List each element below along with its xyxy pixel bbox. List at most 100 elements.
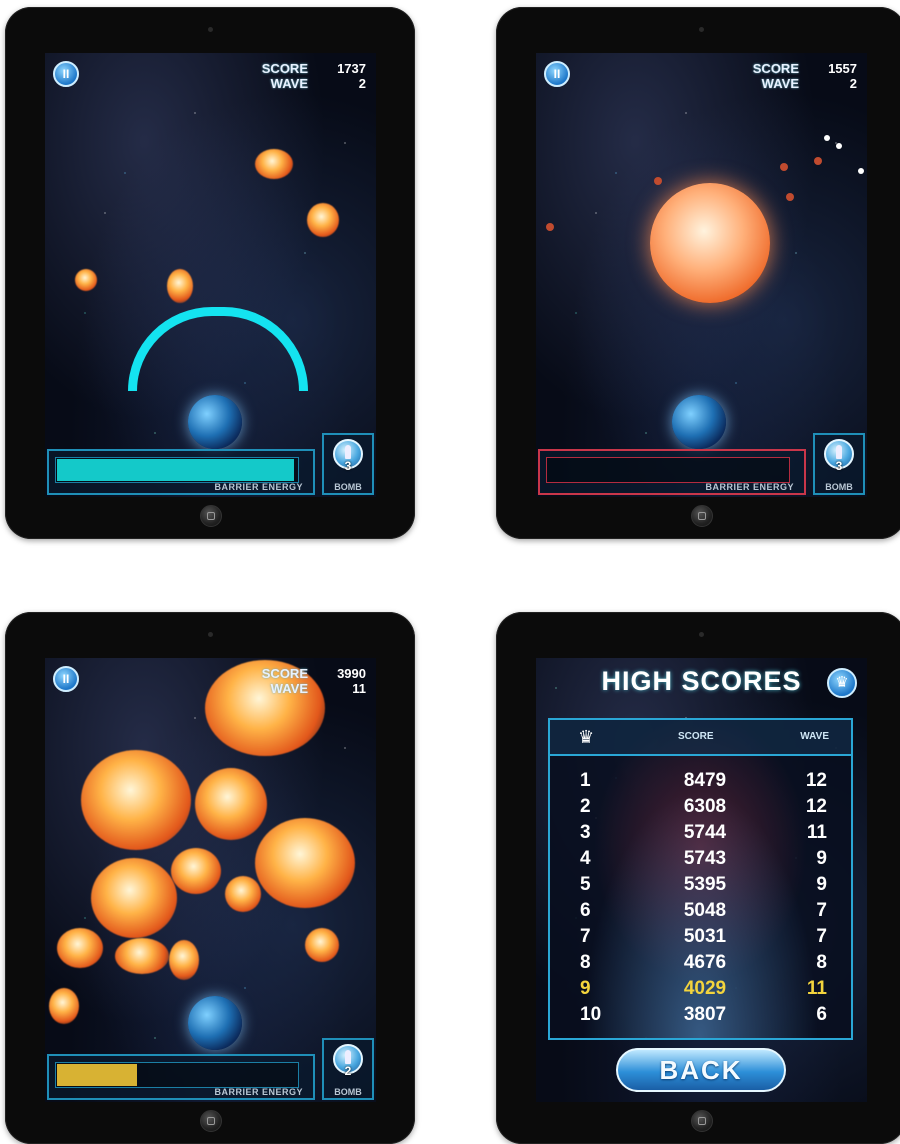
- table-row: 1 8479 12: [550, 768, 851, 794]
- debris: [786, 193, 794, 201]
- cell-score: 4029: [683, 978, 727, 999]
- game-screen-3[interactable]: II SCORE 3990 WAVE 11 BARRIER ENERGY 2 BOM…: [45, 658, 376, 1102]
- pause-button[interactable]: II: [53, 61, 79, 87]
- cell-score: 5743: [683, 848, 727, 869]
- wave-label: WAVE: [270, 681, 308, 696]
- cell-wave: 9: [816, 874, 827, 895]
- home-button-icon[interactable]: [200, 505, 222, 527]
- table-row: 9 4029 11: [550, 976, 851, 1002]
- cell-score: 5395: [683, 874, 727, 895]
- wave-value: 11: [352, 681, 366, 696]
- back-button[interactable]: BACK: [616, 1048, 786, 1092]
- barrier-shield: [128, 307, 308, 391]
- crown-button[interactable]: ♛: [827, 668, 857, 698]
- table-row: 6 5048 7: [550, 898, 851, 924]
- cell-wave: 11: [806, 822, 827, 843]
- home-button-icon[interactable]: [200, 1110, 222, 1132]
- cell-rank: 10: [580, 1004, 602, 1025]
- cell-score: 4676: [683, 952, 727, 973]
- barrier-energy-panel: BARRIER ENERGY: [47, 449, 315, 495]
- game-screen-1[interactable]: II SCORE 1737 WAVE 2 BARRIER ENERGY 3 BOMB: [45, 53, 376, 497]
- table-row: 4 5743 9: [550, 846, 851, 872]
- bomb-button[interactable]: 3 BOMB: [813, 433, 865, 495]
- score-label: SCORE: [752, 61, 799, 76]
- camera-dot: [208, 632, 213, 637]
- column-header-wave: WAVE: [800, 731, 829, 742]
- camera-dot: [699, 27, 704, 32]
- bomb-button[interactable]: 2 BOMB: [322, 1038, 374, 1100]
- explosion: [169, 940, 199, 980]
- meteor: [75, 269, 97, 291]
- tablet-screen-3: II SCORE 3990 WAVE 11 BARRIER ENERGY 2 BOM…: [5, 612, 415, 1144]
- barrier-energy-label: BARRIER ENERGY: [705, 482, 794, 492]
- cell-score: 6308: [683, 796, 727, 817]
- explosion: [57, 928, 103, 968]
- score-value: 1737: [337, 61, 366, 76]
- bomb-count: 2: [344, 1064, 352, 1078]
- hud-score-wave: SCORE 1557 WAVE 2: [739, 61, 857, 91]
- wave-label: WAVE: [761, 76, 799, 91]
- bomb-label: BOMB: [334, 1087, 362, 1097]
- table-row: 8 4676 8: [550, 950, 851, 976]
- cell-wave: 8: [816, 952, 827, 973]
- cell-wave: 12: [805, 770, 827, 791]
- barrier-energy-fill: [57, 459, 295, 481]
- debris-spark: [836, 143, 842, 149]
- wave-label: WAVE: [270, 76, 308, 91]
- explosion: [305, 928, 339, 962]
- table-row: 2 6308 12: [550, 794, 851, 820]
- table-row: 3 5744 11: [550, 820, 851, 846]
- explosion: [115, 938, 169, 974]
- table-row: 7 5031 7: [550, 924, 851, 950]
- meteor: [167, 269, 193, 303]
- hud-score-wave: SCORE 1737 WAVE 2: [248, 61, 366, 91]
- cell-rank: 4: [580, 848, 591, 869]
- crown-icon: ♛: [835, 674, 849, 691]
- score-label: SCORE: [261, 666, 308, 681]
- home-planet: [672, 395, 726, 449]
- table-row: 10 3807 6: [550, 1002, 851, 1028]
- wave-value: 2: [849, 76, 857, 91]
- pause-button[interactable]: II: [53, 666, 79, 692]
- home-button-icon[interactable]: [691, 1110, 713, 1132]
- column-header-score: SCORE: [678, 731, 714, 742]
- explosion: [91, 858, 177, 938]
- bomb-button[interactable]: 3 BOMB: [322, 433, 374, 495]
- high-scores-title: HIGH SCORES: [601, 666, 802, 696]
- cell-wave: 7: [816, 900, 827, 921]
- cell-score: 5048: [683, 900, 727, 921]
- giant-meteor: [650, 183, 770, 303]
- cell-rank: 9: [580, 978, 591, 999]
- explosion: [195, 768, 267, 840]
- game-screen-2[interactable]: II SCORE 1557 WAVE 2 BARRIER ENERGY 3 BOMB: [536, 53, 867, 497]
- pause-button[interactable]: II: [544, 61, 570, 87]
- cell-rank: 1: [580, 770, 591, 791]
- debris-spark: [824, 135, 830, 141]
- bomb-count: 3: [344, 459, 352, 473]
- camera-dot: [699, 632, 704, 637]
- home-planet: [188, 996, 242, 1050]
- barrier-energy-fill: [57, 1064, 137, 1086]
- debris: [546, 223, 554, 231]
- hud-score-wave: SCORE 3990 WAVE 11: [248, 666, 366, 696]
- high-scores-rows: 1 8479 12 2 6308 12 3 5744 11 4 5743 9 5 5395 9 6 5048 7 7…: [550, 768, 851, 1028]
- high-scores-table: ♛ SCORE WAVE 1 8479 12 2 6308 12 3 5744 11 4 5743 9…: [548, 718, 853, 1040]
- bomb-label: BOMB: [825, 482, 853, 492]
- home-button-icon[interactable]: [691, 505, 713, 527]
- cell-score: 8479: [683, 770, 727, 791]
- crown-icon: ♛: [578, 727, 595, 747]
- high-scores-screen: HIGH SCORES ♛ ♛ SCORE WAVE 1 8479 12 2 6308 1…: [536, 658, 867, 1102]
- explosion: [255, 818, 355, 908]
- wave-value: 2: [358, 76, 366, 91]
- pause-icon: II: [62, 672, 70, 686]
- debris: [654, 177, 662, 185]
- score-label: SCORE: [261, 61, 308, 76]
- debris: [780, 163, 788, 171]
- barrier-energy-panel: BARRIER ENERGY: [47, 1054, 315, 1100]
- cell-score: 3807: [683, 1004, 727, 1025]
- cell-rank: 5: [580, 874, 591, 895]
- pause-icon: II: [62, 67, 70, 81]
- barrier-energy-panel: BARRIER ENERGY: [538, 449, 806, 495]
- camera-dot: [208, 27, 213, 32]
- bomb-count: 3: [835, 459, 843, 473]
